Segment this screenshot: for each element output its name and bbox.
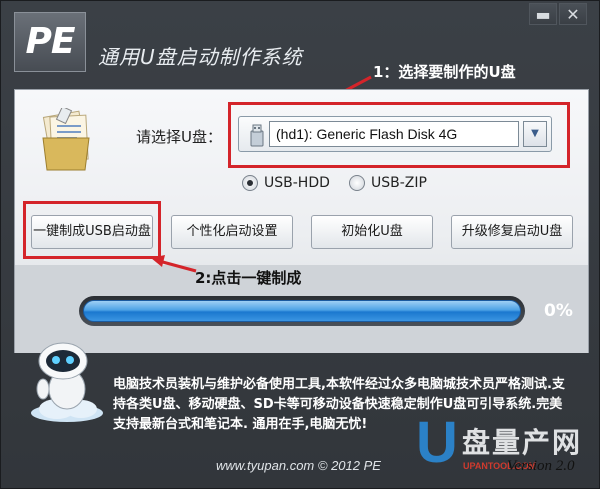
progress-track [83,300,521,322]
chevron-down-icon[interactable]: ▼ [523,121,547,147]
robot-mascot-icon [31,342,103,422]
pe-logo: PE [14,12,86,72]
radio-usb-hdd-label: USB-HDD [264,175,330,191]
close-icon[interactable]: ✕ [559,3,587,25]
initialize-usb-button[interactable]: 初始化U盘 [311,215,433,249]
disk-select-combobox[interactable]: (hd1): Generic Flash Disk 4G ▼ [238,116,552,152]
one-click-make-button[interactable]: 一键制成USB启动盘 [31,215,153,249]
radio-usb-hdd[interactable]: USB-HDD [242,175,330,191]
disk-select-value[interactable]: (hd1): Generic Flash Disk 4G [269,121,519,147]
usb-drive-icon [250,124,264,147]
watermark-u-logo: U [416,410,458,475]
progress-bar [79,296,525,326]
personalize-boot-button[interactable]: 个性化启动设置 [171,215,293,249]
progress-percent: 0% [544,301,573,321]
minimize-icon[interactable]: ▬ [529,3,557,25]
radio-button-selected[interactable] [242,175,258,191]
app-title: 通用U盘启动制作系统 [98,45,303,69]
radio-usb-zip[interactable]: USB-ZIP [349,175,427,191]
disk-select-label: 请选择U盘： [136,128,222,146]
app-window: PE 通用U盘启动制作系统 ▬ ✕ 1：选择要制作的U盘 请选择U盘： (hd1… [0,0,600,489]
annotation-arrow-2 [151,255,197,273]
footer-version: Version 2.0 [507,458,575,474]
radio-button[interactable] [349,175,365,191]
annotation-step1: 1：选择要制作的U盘 [373,63,516,81]
upgrade-repair-button[interactable]: 升级修复启动U盘 [451,215,573,249]
window-controls: ▬ ✕ [529,3,587,25]
watermark-text: 盘量产网 [462,426,583,459]
folder-files-icon [42,108,90,171]
radio-usb-zip-label: USB-ZIP [371,175,427,191]
footer-copyright: www.tyupan.com © 2012 PE [216,458,381,473]
annotation-step2: 2:点击一键制成 [195,269,302,287]
